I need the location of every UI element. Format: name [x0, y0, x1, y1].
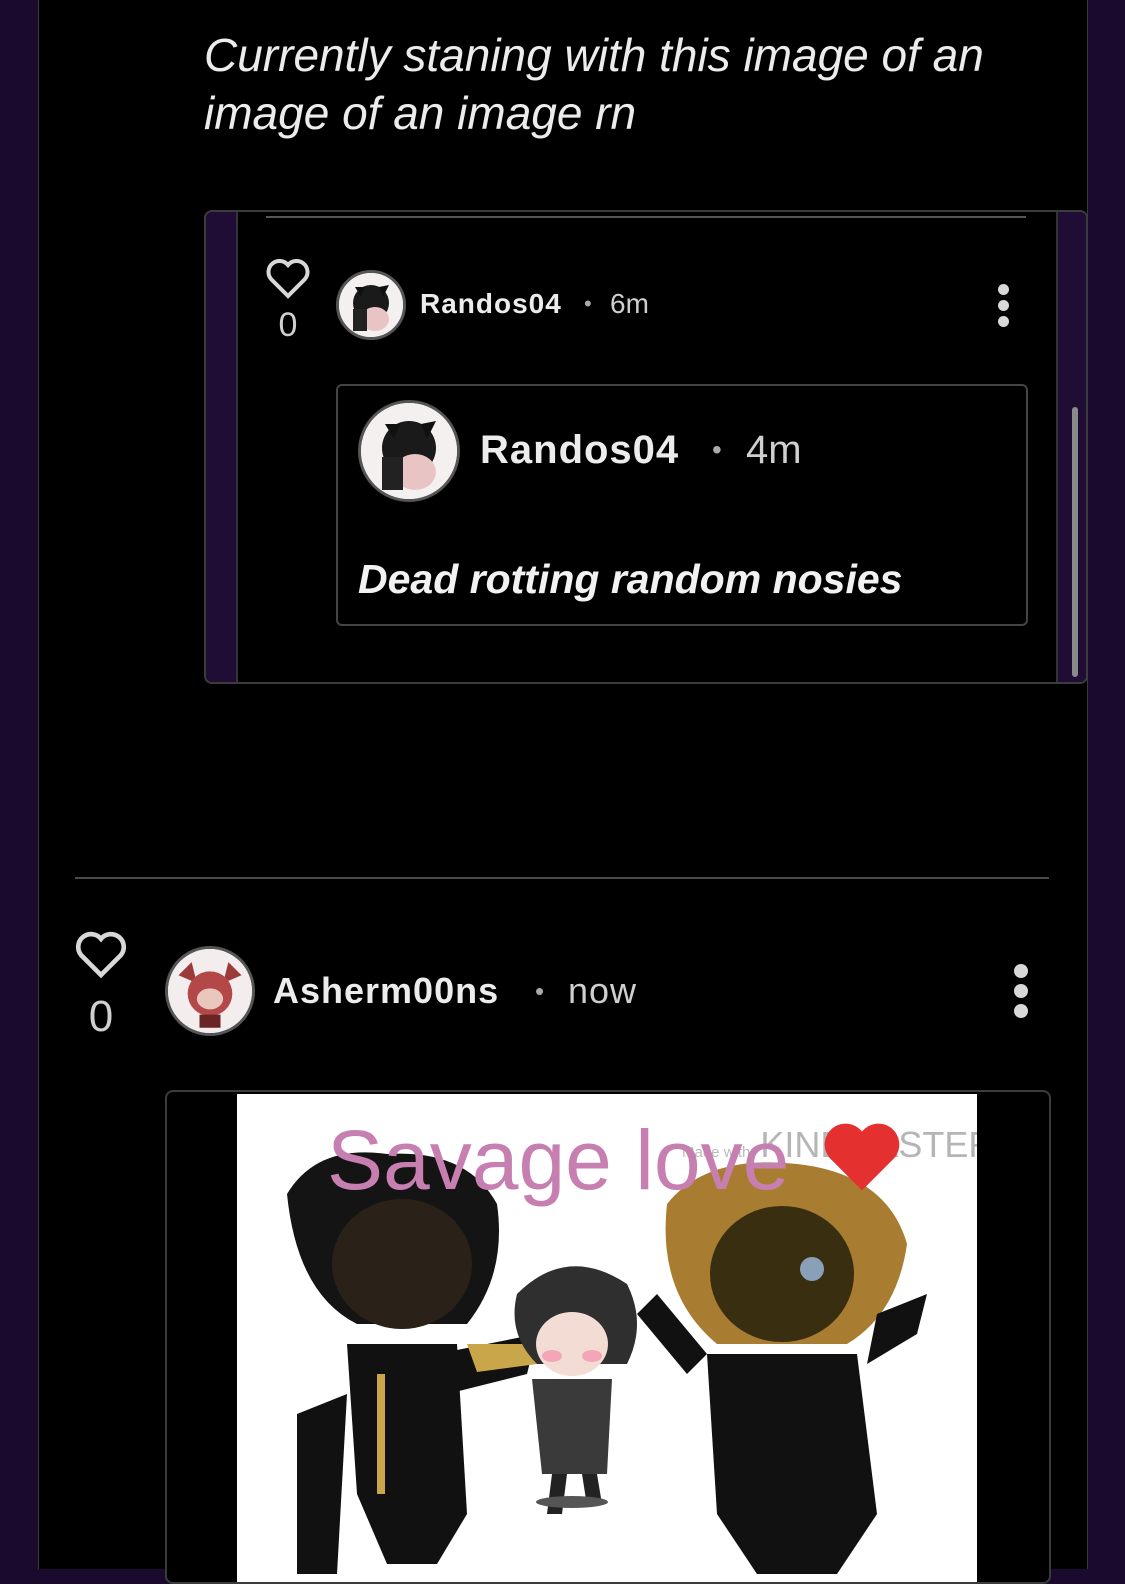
like-count: 0	[278, 306, 298, 344]
quoted-comment-text: Dead rotting random nosies	[358, 556, 903, 602]
quoted-username: Randos04	[480, 428, 680, 472]
image-thumbnail: Savage love Made with KINEMASTER	[237, 1094, 977, 1582]
username[interactable]: Randos04	[420, 288, 562, 320]
timestamp: now	[568, 970, 638, 1011]
username[interactable]: Asherm00ns	[273, 970, 499, 1012]
embedded-screenshot[interactable]: 0 Randos04 • 6m Randos04 • 4m Dead rotti…	[204, 210, 1088, 684]
avatar-art-icon	[168, 949, 252, 1033]
quoted-timestamp: 4m	[746, 428, 802, 472]
more-options-icon[interactable]	[1014, 964, 1028, 1018]
separator-dot: •	[584, 291, 592, 316]
comment-caption: Currently staning with this image of an …	[204, 29, 984, 139]
red-heart-icon	[824, 1123, 900, 1191]
embed-top-divider	[266, 216, 1026, 218]
avatar-art-icon	[361, 403, 457, 499]
like-heart-icon	[266, 259, 310, 299]
avatar-art-icon	[339, 273, 403, 337]
avatar[interactable]	[165, 946, 255, 1036]
quoted-separator-dot: •	[712, 434, 722, 465]
timestamp: 6m	[610, 288, 649, 319]
quoted-avatar	[358, 400, 460, 502]
embed-left-strip	[206, 212, 238, 682]
avatar	[336, 270, 406, 340]
image-title-text: Savage love	[327, 1113, 790, 1207]
like-count: 0	[88, 992, 114, 1041]
embed-scrollbar	[1072, 407, 1078, 677]
separator-dot: •	[535, 976, 545, 1006]
more-options-icon[interactable]	[998, 284, 1009, 327]
like-heart-icon[interactable]	[73, 928, 129, 980]
quoted-comment: Randos04 • 4m Dead rotting random nosies	[336, 384, 1028, 626]
embed-right-strip	[1056, 212, 1086, 682]
comment-divider	[75, 877, 1049, 879]
attached-image[interactable]: Savage love Made with KINEMASTER	[165, 1090, 1051, 1584]
